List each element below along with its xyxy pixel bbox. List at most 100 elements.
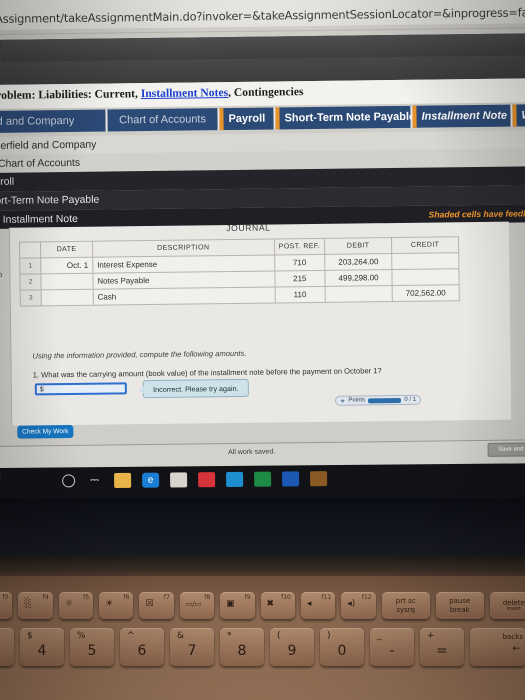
browser-icon[interactable] [310, 471, 328, 487]
f4-glyph-icon: ░ [24, 599, 32, 609]
cell-description[interactable]: Cash [92, 286, 275, 306]
key-f9[interactable]: ▣ f9 [220, 592, 255, 619]
cell-credit[interactable] [391, 268, 460, 286]
cell-debit[interactable]: 499,298.00 [324, 269, 393, 287]
key-f5[interactable]: ☼ f5 [58, 592, 94, 619]
answer-input[interactable]: $ [34, 382, 127, 396]
key-8[interactable]: * 8 [220, 628, 264, 666]
cell-post-ref[interactable]: 215 [274, 270, 326, 287]
cell-date[interactable] [41, 289, 94, 306]
f7-glyph-icon: ☒ [145, 599, 154, 609]
task-view-icon[interactable]: ⎓ [86, 473, 103, 488]
key-f12[interactable]: ◂) f12 [341, 592, 376, 619]
cell-date[interactable]: Oct. 1 [40, 257, 93, 274]
word-icon[interactable] [282, 471, 300, 487]
browser-url-bar[interactable]: eAssignment/takeAssignmentMain.do?invoke… [0, 0, 525, 30]
cell-credit[interactable]: 702,562.00 [392, 284, 460, 302]
key-label: f10 [281, 594, 291, 601]
tab-marker-icon [219, 108, 224, 131]
key-label: f12 [361, 594, 372, 601]
f6-glyph-icon: ☀ [105, 599, 114, 609]
file-explorer-icon[interactable] [114, 472, 132, 489]
stack-row-label: Installment Note [2, 213, 78, 226]
taskbar-icon-group: ⎓ e [62, 471, 328, 489]
mail-icon[interactable] [226, 471, 244, 488]
key-shift-label: ^ [127, 631, 135, 641]
tab-chart-of-accounts[interactable]: Chart of Accounts [107, 108, 218, 132]
key-0[interactable]: ) 0 [320, 628, 364, 666]
installment-notes-link[interactable]: Installment Notes [141, 86, 228, 100]
tab-marker-icon [412, 105, 417, 128]
key-4[interactable]: $ 4 [20, 628, 64, 666]
key-pause-break[interactable]: pause break [435, 592, 484, 619]
key-label-top: prt sc [395, 597, 416, 606]
key-equals[interactable]: + = [420, 628, 464, 666]
key-label-bottom: sysrq [396, 605, 415, 614]
windows-taskbar: ⎓ e [0, 463, 525, 502]
cell-post-ref[interactable]: 710 [274, 254, 325, 271]
edge-icon[interactable]: e [142, 472, 160, 488]
tab-label: pperfield and Company [0, 114, 75, 129]
key-f7[interactable]: ☒ f7 [139, 592, 174, 619]
cell-date[interactable] [41, 273, 93, 290]
column-header-debit: DEBIT [324, 237, 392, 255]
key-f6[interactable]: ☀ f6 [99, 592, 134, 619]
cell-post-ref[interactable]: 110 [274, 286, 326, 303]
key-label: f3 [2, 594, 9, 601]
f10-mute-icon: ✖ [266, 599, 275, 609]
key-label: f4 [42, 594, 49, 601]
tab-warranties[interactable]: Warran [512, 104, 525, 127]
key-print-screen[interactable]: prt sc sysrq [381, 592, 430, 619]
key-label: 6 [137, 643, 147, 659]
cortana-circle-icon[interactable] [62, 474, 76, 488]
key-delete-insert[interactable]: delete insert [489, 592, 525, 619]
key-7[interactable]: & 7 [170, 628, 214, 666]
key-f4[interactable]: ░ f4 [18, 592, 53, 619]
column-header-post-ref: POST. REF. [274, 238, 325, 255]
key-shift-label: $ [27, 631, 33, 641]
app-red-icon[interactable] [198, 472, 216, 488]
f11-volume-down-icon: ◂ [306, 599, 312, 609]
key-5[interactable]: % 5 [70, 628, 114, 666]
cell-debit[interactable] [325, 285, 393, 303]
key-9[interactable]: ( 9 [270, 628, 314, 666]
tab-marker-icon [275, 107, 280, 130]
key-minus[interactable]: _ - [370, 628, 414, 666]
key-backspace[interactable]: backs ← [470, 628, 525, 666]
key-label: 4 [37, 643, 47, 659]
tab-copperfield-and-company[interactable]: pperfield and Company [0, 109, 106, 134]
excel-icon[interactable] [254, 471, 272, 487]
tab-payroll[interactable]: Payroll [219, 107, 274, 131]
key-3[interactable]: # 3 [0, 628, 14, 666]
key-label: f11 [321, 594, 332, 601]
check-my-work-button[interactable]: Check My Work [17, 424, 74, 439]
stack-row-label: hort-Term Note Payable [0, 194, 100, 207]
key-6[interactable]: ^ 6 [120, 628, 164, 666]
tab-installment-note[interactable]: Installment Note [412, 104, 511, 128]
key-label: 0 [337, 643, 347, 659]
key-f8[interactable]: ▭/▭ f8 [179, 592, 215, 619]
f8-glyph-icon: ▭/▭ [185, 600, 202, 608]
key-label: - [389, 643, 395, 659]
tab-short-term-note-payable[interactable]: Short-Term Note Payable [275, 105, 415, 130]
store-icon[interactable] [170, 472, 188, 488]
stack-row-label: pperfield and Company [0, 139, 97, 152]
laptop-photo: eAssignment/takeAssignmentMain.do?invoke… [0, 0, 525, 700]
key-label-bottom: insert [506, 605, 521, 612]
points-indicator: ★ Points 0 / 1 [334, 394, 422, 406]
row-number: 3 [20, 289, 42, 307]
laptop-bezel: /ISUS [0, 498, 525, 560]
stack-row-label: ayroll [0, 176, 15, 188]
points-label: Points [348, 397, 366, 404]
cell-debit[interactable]: 203,264.00 [324, 253, 392, 271]
key-label: = [436, 643, 448, 659]
key-f3[interactable]: ⌨ f3 [0, 592, 13, 619]
key-f10[interactable]: ✖ f10 [260, 592, 295, 619]
save-and-exit-button[interactable]: Save and Exit [487, 442, 525, 457]
cell-credit[interactable] [391, 252, 459, 270]
key-shift-label: * [227, 631, 232, 641]
url-text[interactable]: eAssignment/takeAssignmentMain.do?invoke… [0, 5, 525, 26]
key-f11[interactable]: ◂ f11 [300, 592, 336, 619]
problem-title-suffix: , Contingencies [228, 85, 304, 100]
shaded-cells-note: Shaded cells have feedback [428, 208, 525, 220]
